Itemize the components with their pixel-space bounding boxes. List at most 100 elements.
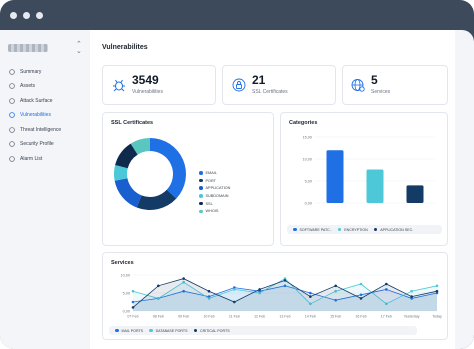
stat-value: 5: [371, 73, 378, 87]
y-tick-label: 10,00: [302, 157, 312, 161]
vulnerabilities-icon: [9, 112, 15, 119]
bug-icon: [113, 79, 125, 92]
legend-item[interactable]: APPLICATION SEC.: [373, 227, 414, 232]
x-tick-label: 11 Feb: [229, 315, 240, 319]
sidebar-item-attack-surface[interactable]: Attack Surface: [6, 95, 88, 106]
data-point[interactable]: [410, 289, 413, 293]
legend-swatch: [199, 178, 203, 183]
categories-card: Categories 0,00 5,00 10,00 15,00 SOFTWARE P…: [280, 112, 448, 246]
sidebar-item-assets[interactable]: Assets: [6, 81, 88, 92]
certificate-icon: [232, 78, 246, 92]
sidebar-item-security-profile[interactable]: Security Profile: [6, 139, 88, 150]
data-point[interactable]: [258, 288, 261, 291]
legend-item[interactable]: SOFTWARE PATC..: [293, 228, 332, 232]
services-legend: MAIL PORTS DATABASE PORTS CRITICAL PORTS: [109, 326, 417, 335]
legend-item[interactable]: ENCRYPTION: [337, 227, 368, 232]
legend-item[interactable]: CRITICAL PORTS: [193, 328, 230, 333]
stat-label: SSL Certificates: [252, 89, 288, 95]
legend-item[interactable]: WHOIS: [199, 207, 230, 215]
sidebar-item-summary[interactable]: Summary: [6, 66, 88, 77]
legend-label: CRITICAL PORTS: [200, 328, 230, 333]
assets-icon: [9, 83, 15, 89]
donut-slice-email[interactable]: [150, 138, 186, 199]
x-tick-label: 08 Feb: [153, 315, 164, 319]
data-point[interactable]: [283, 279, 287, 282]
legend-swatch: [293, 227, 297, 232]
window-dot-close[interactable]: [10, 12, 17, 19]
y-tick-label: 0,00: [305, 201, 312, 205]
attack-surface-icon: [9, 97, 15, 104]
data-point[interactable]: [309, 295, 312, 298]
y-tick-label: 10,00: [120, 273, 130, 277]
stat-value: 21: [252, 73, 266, 87]
stat-label: Services: [371, 89, 391, 95]
x-tick-label: Today: [432, 315, 442, 319]
data-point[interactable]: [334, 284, 337, 288]
y-tick-label: 15,00: [302, 135, 312, 139]
donut-slice-application[interactable]: [114, 178, 142, 208]
legend-item[interactable]: DATABASE PORTS: [149, 329, 188, 333]
bar-application-sec-[interactable]: [406, 185, 424, 203]
data-point[interactable]: [359, 297, 363, 300]
summary-icon: [9, 68, 15, 75]
stat-card-ssl[interactable]: 21 SSL Certificates: [222, 65, 336, 105]
x-tick-label: 16 Feb: [355, 315, 366, 319]
legend-item[interactable]: PORT: [199, 177, 230, 185]
stat-card-vulnerabilities[interactable]: 3549 Vulnerabilities: [102, 65, 216, 105]
card-title: Services: [111, 260, 134, 266]
legend-label: WHOIS: [205, 209, 219, 214]
data-point[interactable]: [157, 284, 160, 288]
sidebar-item-label: Alarm List: [20, 156, 43, 163]
legend-item[interactable]: SUBDOMAIN: [199, 192, 230, 200]
data-point[interactable]: [435, 289, 439, 293]
legend-item[interactable]: EMAIL: [199, 169, 230, 177]
sidebar-nav: Summary Assets Attack Surface Vulnerabiliti…: [6, 66, 88, 168]
legend-label: APPLICATION SEC.: [380, 227, 414, 232]
x-tick-label: Yesterday: [404, 315, 420, 319]
data-point[interactable]: [233, 300, 236, 304]
data-point[interactable]: [131, 289, 135, 293]
data-point[interactable]: [207, 289, 211, 293]
data-point[interactable]: [131, 306, 135, 309]
data-point[interactable]: [435, 284, 439, 288]
y-tick-label: 0,00: [123, 309, 130, 313]
services-globe-icon: [351, 79, 365, 92]
chevron-updown-icon[interactable]: ⌃ ⌄: [76, 41, 82, 55]
sidebar-item-vulnerabilities[interactable]: Vulnerabilities: [6, 110, 88, 121]
sidebar-item-threat-intelligence[interactable]: Threat Intelligence: [6, 124, 88, 135]
x-tick-label: 09 Feb: [178, 315, 189, 319]
x-tick-label: 17 Feb: [381, 315, 392, 319]
x-tick-label: 12 Feb: [254, 315, 265, 319]
app-content: ⌃ ⌄ Summary Assets Attack Surface Vulnerabil…: [0, 30, 474, 349]
sidebar: ⌃ ⌄ Summary Assets Attack Surface Vulnerabil…: [0, 30, 90, 349]
data-point[interactable]: [410, 295, 413, 298]
legend-label: SSL: [205, 201, 213, 206]
legend-item[interactable]: APPLICATION: [199, 184, 230, 192]
window-dot-maximize[interactable]: [36, 12, 43, 19]
legend-swatch: [373, 227, 378, 232]
legend-label: ENCRYPTION: [344, 227, 368, 232]
workspace-logo[interactable]: [8, 44, 48, 52]
bar-software-patc-[interactable]: [326, 150, 344, 203]
legend-label: PORT: [205, 178, 216, 183]
ssl-donut-chart: [114, 138, 186, 210]
categories-bar-chart: 0,00 5,00 10,00 15,00: [302, 135, 435, 205]
data-point[interactable]: [385, 282, 388, 286]
data-point[interactable]: [309, 291, 312, 295]
legend-item[interactable]: SSL: [199, 200, 230, 208]
legend-label: EMAIL: [205, 170, 217, 175]
sidebar-item-alarm-list[interactable]: Alarm List: [6, 154, 88, 165]
x-tick-label: 07 Feb: [127, 315, 138, 319]
bar-encryption[interactable]: [366, 169, 384, 203]
ssl-legend: EMAIL PORT APPLICATION SUBDOMAIN SSL WHOIS: [199, 169, 230, 215]
legend-swatch: [199, 186, 203, 190]
window-dot-minimize[interactable]: [23, 12, 30, 19]
stat-card-services[interactable]: 5 Services: [342, 65, 448, 105]
data-point[interactable]: [233, 288, 236, 291]
stat-label: Vulnerabilities: [132, 89, 163, 95]
data-point[interactable]: [182, 277, 185, 280]
data-point[interactable]: [359, 282, 363, 286]
legend-label: MAIL PORTS: [121, 328, 144, 333]
legend-swatch: [199, 209, 203, 214]
legend-item[interactable]: MAIL PORTS: [115, 329, 143, 333]
